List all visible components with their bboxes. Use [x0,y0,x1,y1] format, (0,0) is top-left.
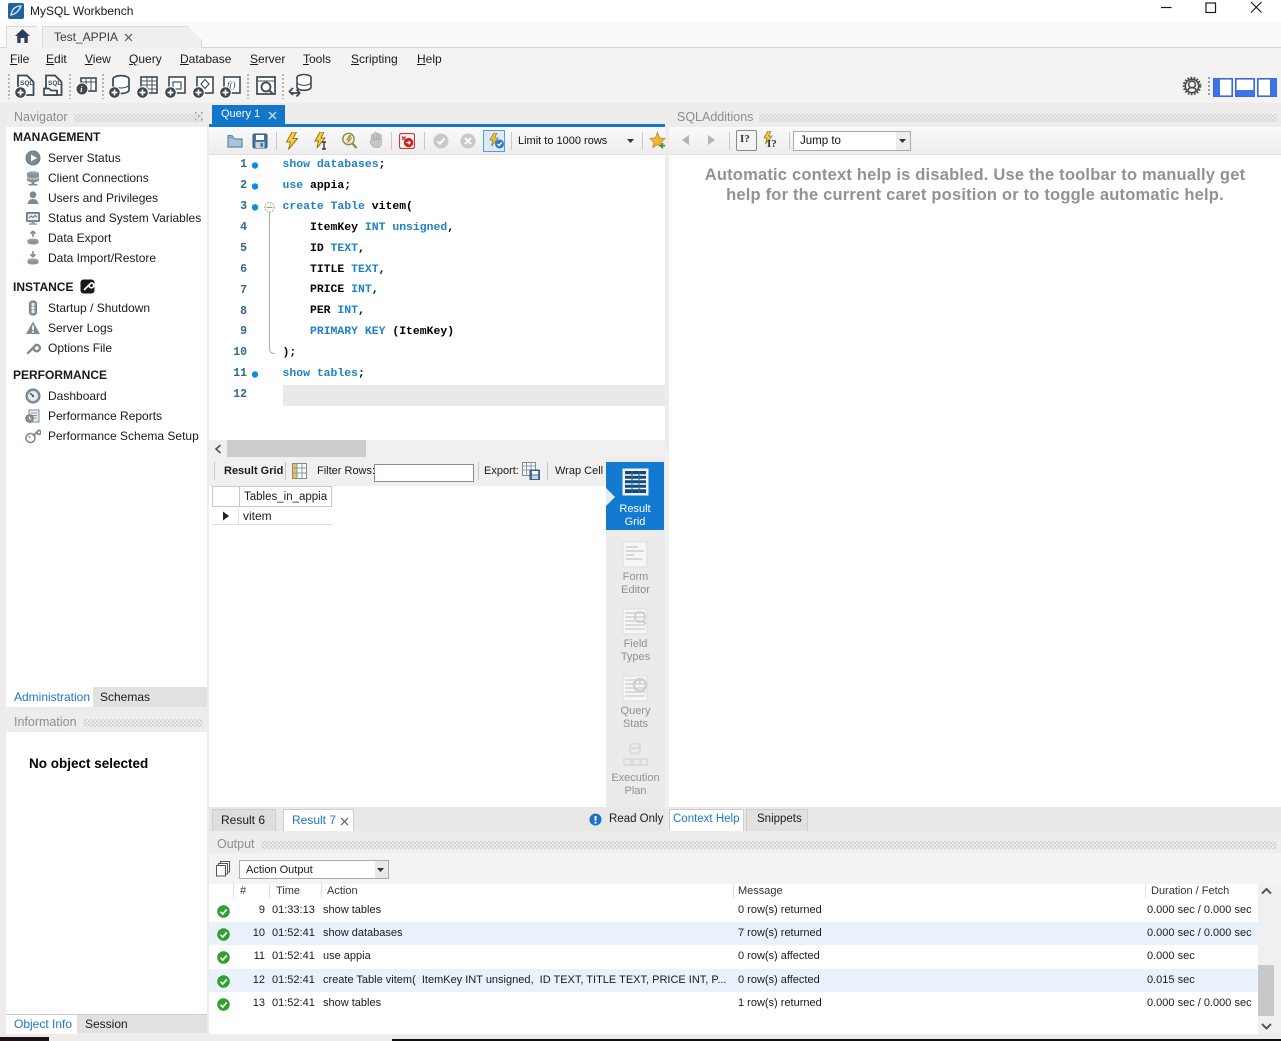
svg-text:SQL: SQL [20,80,33,87]
svg-text:I?: I? [767,138,777,150]
svg-text:SQL: SQL [48,80,61,87]
